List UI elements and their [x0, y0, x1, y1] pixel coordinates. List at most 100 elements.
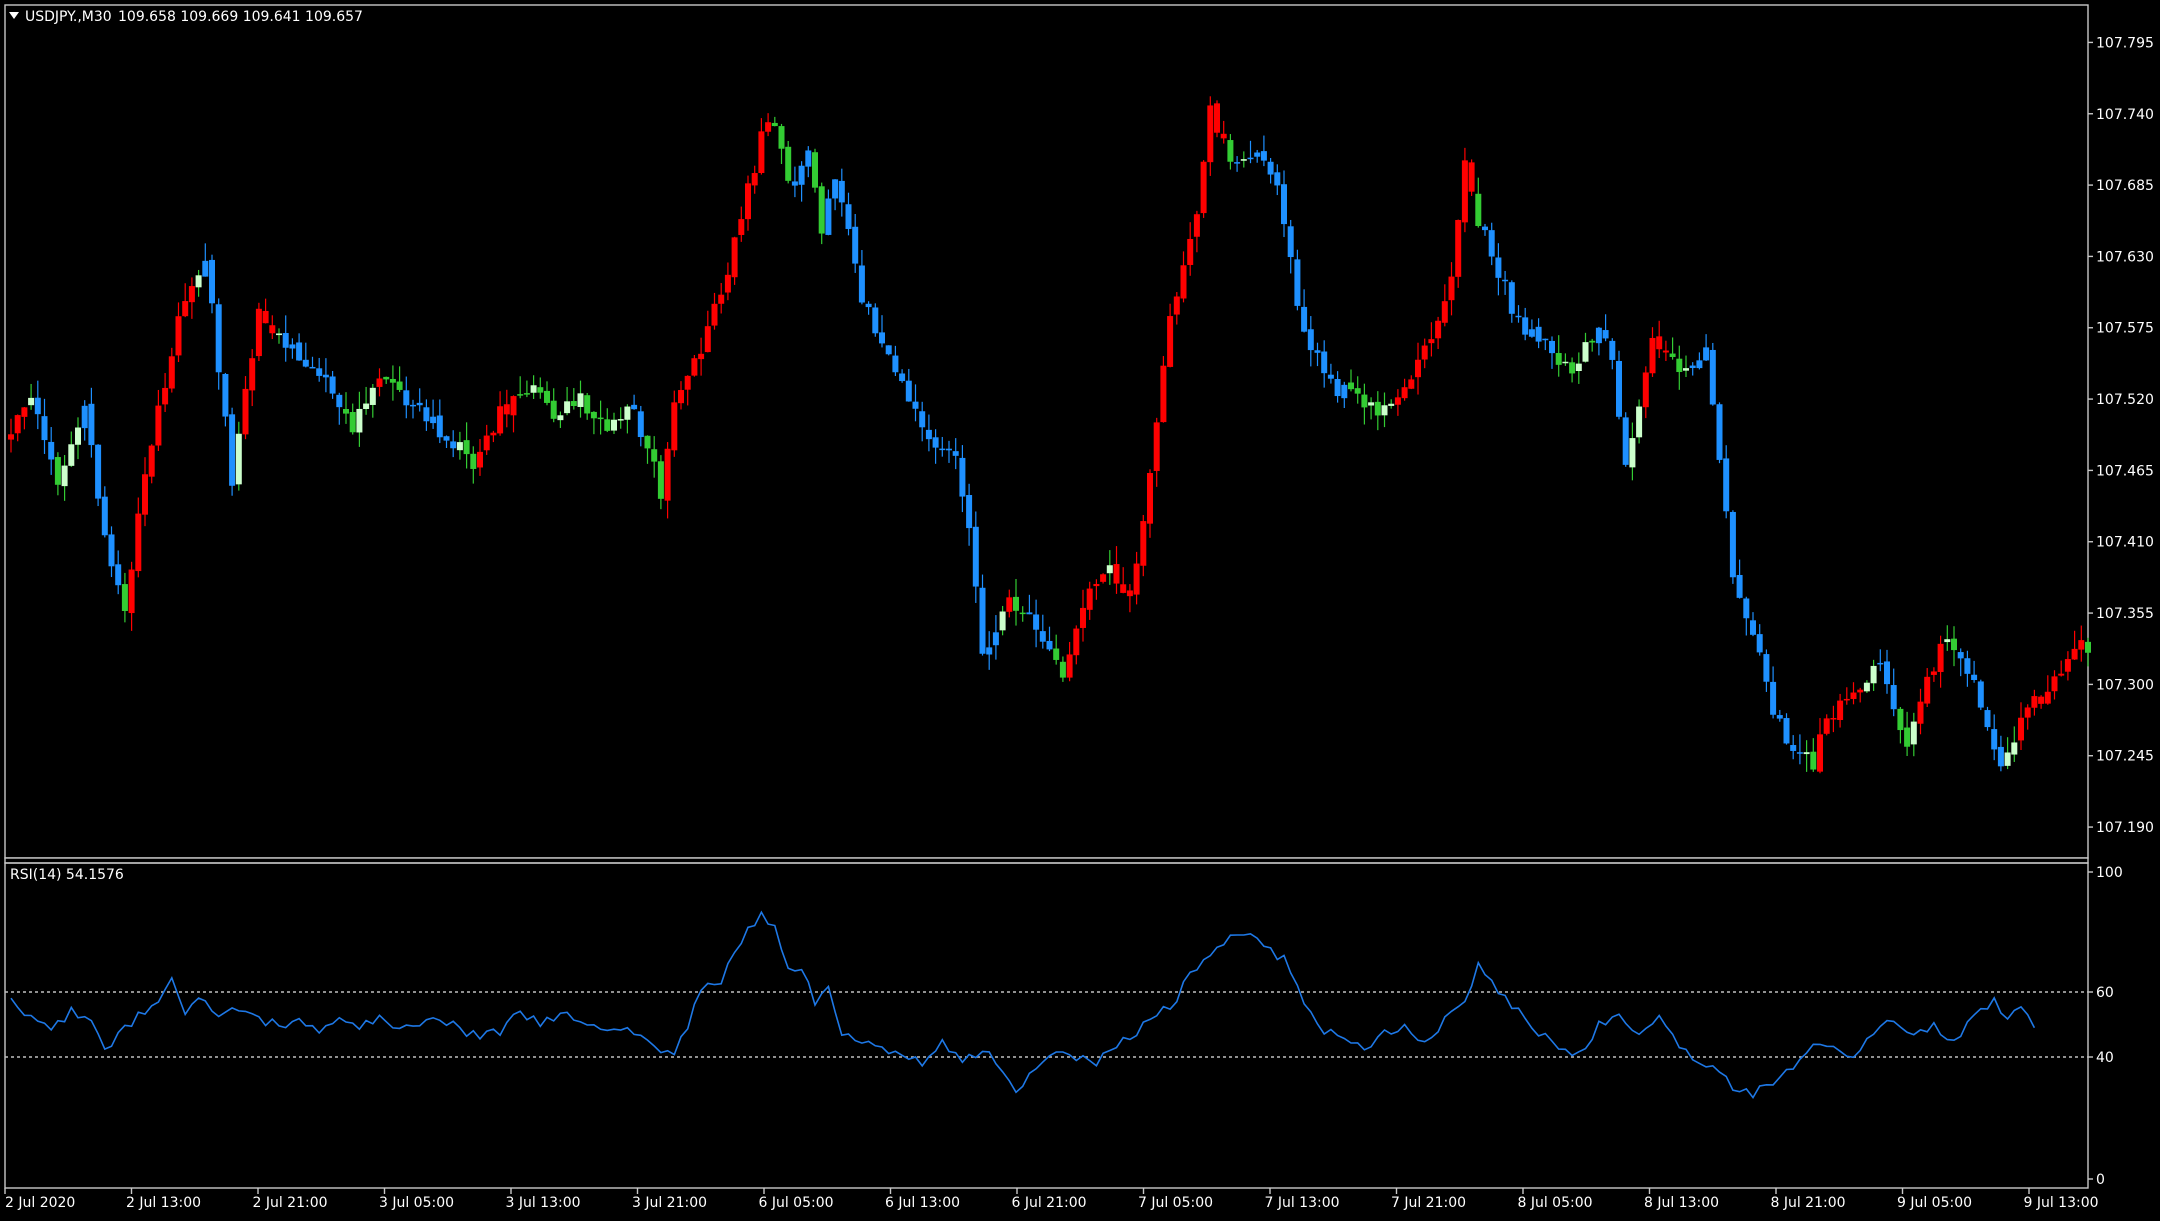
candle-body	[1381, 405, 1388, 416]
candle-body	[2064, 659, 2071, 672]
candle-body	[463, 440, 470, 455]
candle-body	[1059, 661, 1066, 678]
candle-body	[1461, 160, 1468, 223]
candle-body	[1327, 374, 1334, 379]
candle-body	[1153, 422, 1160, 471]
trading-terminal: 107.795 107.740 107.685 107.630 107.575 107.5…	[0, 0, 2160, 1217]
candle-body	[1884, 661, 1890, 685]
candle-body	[1904, 727, 1911, 747]
candle-body	[604, 419, 611, 431]
candle-body	[1033, 614, 1040, 630]
candle-body	[329, 376, 336, 394]
candle-body	[698, 353, 705, 360]
candle-body	[1662, 350, 1669, 353]
candle-body	[544, 390, 550, 403]
candle-body	[1843, 698, 1850, 701]
candle-body	[443, 436, 450, 441]
candle-body	[1120, 584, 1127, 593]
time-tick-label: 7 Jul 05:00	[1138, 1195, 1213, 1211]
candle-body	[1140, 521, 1147, 566]
candle-body	[557, 415, 564, 421]
candle-body	[436, 415, 443, 438]
pane-separator[interactable]	[4, 857, 2089, 864]
candle-body	[1254, 152, 1261, 157]
candle-body	[631, 404, 638, 410]
candle-body	[1234, 162, 1241, 164]
candle-body	[517, 394, 524, 396]
candle-body	[738, 219, 745, 235]
candle-body	[952, 451, 959, 456]
price-tick-label: 107.575	[2096, 321, 2154, 337]
candle-body	[1569, 362, 1576, 374]
candle-body	[1964, 658, 1971, 674]
candle-body	[1729, 511, 1736, 578]
candle-body	[1133, 563, 1140, 595]
candle-body	[1167, 316, 1174, 367]
candle-body	[1629, 438, 1636, 468]
candle-body	[1656, 336, 1663, 350]
candle-body	[349, 412, 356, 433]
candle-body	[564, 401, 571, 414]
candle-body	[1796, 752, 1803, 754]
candle-body	[1482, 226, 1488, 231]
candle-body	[1334, 379, 1341, 397]
candle-body	[1823, 718, 1830, 734]
candle-body	[671, 402, 678, 451]
candle-body	[1247, 157, 1254, 160]
candle-body	[1716, 404, 1723, 460]
candle-body	[731, 237, 738, 278]
price-tick-label: 107.630	[2096, 249, 2154, 265]
chart-canvas[interactable]: 107.795 107.740 107.685 107.630 107.575 107.5…	[0, 0, 2160, 1217]
candle-body	[209, 259, 215, 304]
candle-body	[1019, 612, 1026, 615]
candle-body	[1039, 631, 1046, 642]
candle-body	[2058, 673, 2065, 676]
candle-body	[1575, 363, 1582, 372]
candle-body	[1287, 226, 1294, 258]
candle-body	[34, 397, 41, 415]
symbol-label: USDJPY.,M30	[25, 9, 112, 25]
candle-body	[852, 226, 859, 264]
candle-body	[1683, 368, 1689, 371]
candle-body	[1977, 681, 1984, 708]
candle-body	[369, 387, 376, 405]
candle-body	[999, 611, 1006, 631]
candle-body	[1368, 402, 1375, 406]
candle-body	[456, 442, 463, 451]
candle-body	[1220, 133, 1227, 139]
candle-body	[1669, 353, 1676, 357]
candle-body	[202, 260, 209, 277]
candle-body	[972, 526, 979, 587]
candle-body	[1696, 360, 1703, 369]
candle-body	[115, 564, 122, 586]
candle-body	[1817, 734, 1823, 772]
candle-body	[222, 373, 229, 417]
price-tick-label: 107.465	[2096, 463, 2154, 479]
candle-body	[1361, 394, 1368, 408]
candle-body	[188, 286, 195, 303]
candle-body	[1937, 643, 1944, 672]
candle-body	[41, 416, 48, 441]
candle-body	[470, 453, 477, 469]
candle-body	[2018, 717, 2024, 741]
candle-body	[343, 409, 349, 414]
candle-body	[530, 385, 537, 393]
candle-body	[54, 457, 61, 485]
candle-body	[805, 150, 812, 167]
candle-body	[912, 401, 919, 409]
candle-body	[316, 368, 323, 376]
candle-body	[1528, 329, 1535, 337]
candle-body	[946, 448, 952, 451]
candle-body	[1549, 340, 1555, 354]
candle-body	[724, 274, 731, 293]
time-tick-label: 2 Jul 21:00	[252, 1195, 327, 1211]
time-tick-label: 6 Jul 05:00	[758, 1195, 833, 1211]
candle-body	[1502, 279, 1509, 282]
rsi-label: RSI(14) 54.1576	[10, 867, 124, 883]
candle-body	[1944, 639, 1951, 643]
candle-body	[1930, 671, 1937, 675]
candle-body	[276, 333, 282, 336]
candle-body	[1522, 317, 1529, 335]
candle-body	[1830, 717, 1837, 720]
candle-body	[1428, 339, 1435, 344]
